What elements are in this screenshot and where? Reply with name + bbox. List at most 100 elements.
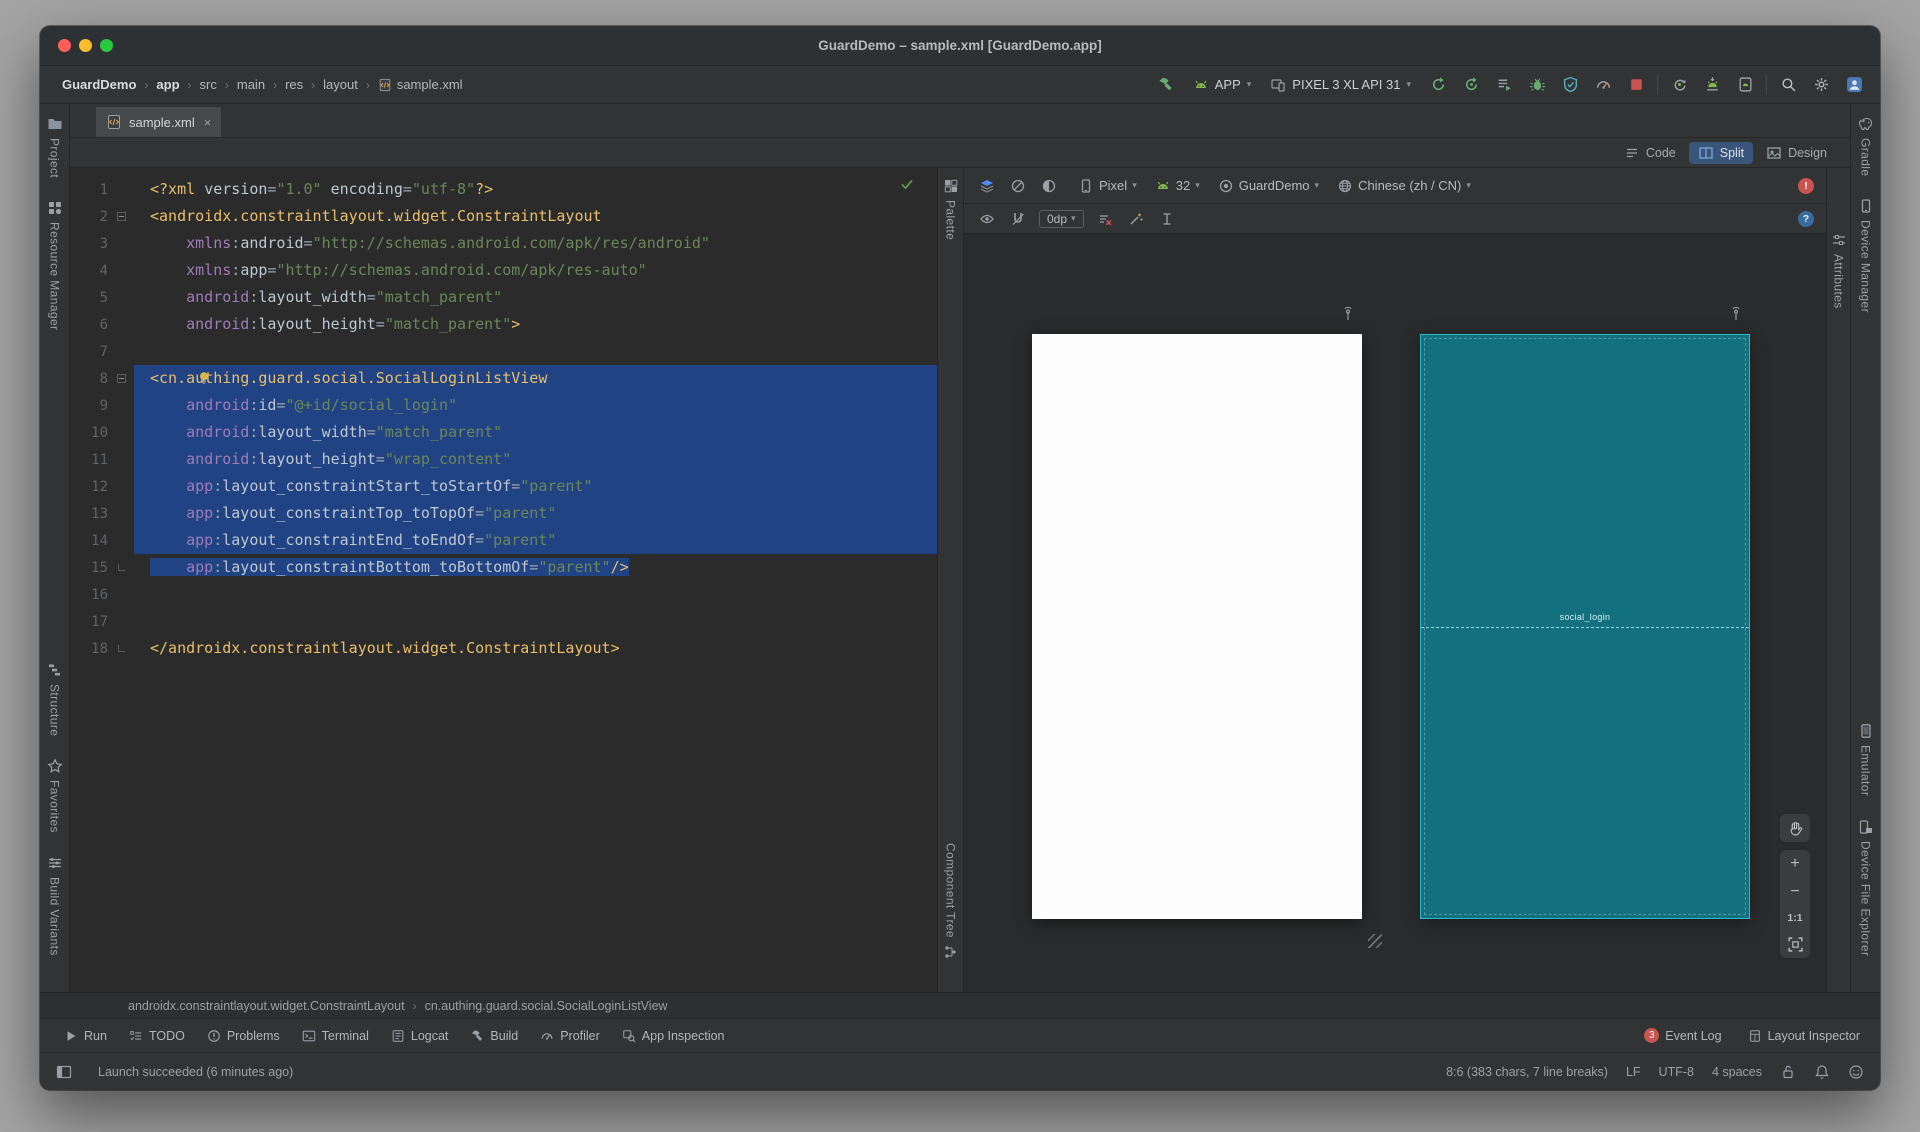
- tool-window-bar-layout-inspector[interactable]: Layout Inspector: [1748, 1028, 1860, 1043]
- bell-icon[interactable]: [1814, 1064, 1830, 1080]
- code-editor[interactable]: 1 2 3 4 5 6 7 8 9 10 11 12 13 14 15 16 17 18 <?xml versio…: [70, 168, 938, 992]
- tool-window-button-device-file-explorer[interactable]: Device File Explorer: [1858, 819, 1874, 956]
- line-separator-indicator[interactable]: LF: [1626, 1065, 1641, 1079]
- tool-window-bar-event-log[interactable]: 3 Event Log: [1644, 1028, 1722, 1043]
- gutter-line[interactable]: 2: [70, 203, 134, 230]
- editor-gutter[interactable]: 1 2 3 4 5 6 7 8 9 10 11 12 13 14 15 16 17 18: [70, 168, 134, 992]
- tool-window-bar-terminal[interactable]: Terminal: [302, 1029, 369, 1043]
- gutter-line[interactable]: 14: [70, 527, 134, 554]
- zoom-window-button[interactable]: [100, 39, 113, 52]
- titlebar[interactable]: GuardDemo – sample.xml [GuardDemo.app]: [40, 26, 1880, 66]
- tool-window-bar-run[interactable]: Run: [64, 1029, 107, 1043]
- minimize-window-button[interactable]: [79, 39, 92, 52]
- caret-position[interactable]: 8:6 (383 chars, 7 line breaks): [1446, 1065, 1608, 1079]
- zoom-in-button[interactable]: +: [1780, 850, 1810, 878]
- clear-constraints-icon[interactable]: [1094, 208, 1116, 230]
- tool-window-button-structure[interactable]: Structure: [47, 662, 63, 736]
- gutter-line[interactable]: 3: [70, 230, 134, 257]
- default-margins-select[interactable]: 0dp ▾: [1039, 209, 1084, 228]
- zoom-out-button[interactable]: −: [1780, 878, 1810, 906]
- tool-window-button-build-variants[interactable]: Build Variants: [47, 855, 63, 956]
- indent-indicator[interactable]: 4 spaces: [1712, 1065, 1762, 1079]
- breadcrumb-item-main[interactable]: main: [237, 77, 265, 92]
- gutter-line[interactable]: 10: [70, 419, 134, 446]
- tool-window-button-device-manager[interactable]: Device Manager: [1858, 198, 1874, 313]
- code-area[interactable]: <?xml version="1.0" encoding="utf-8"?> <a…: [134, 168, 937, 992]
- code-line-17[interactable]: [134, 608, 937, 635]
- smiley-icon[interactable]: [1848, 1064, 1864, 1080]
- zoom-reset-button[interactable]: 1:1: [1780, 906, 1810, 930]
- code-line-13[interactable]: app:layout_constraintTop_toTopOf="parent…: [134, 500, 937, 527]
- tool-window-button-palette[interactable]: Palette: [943, 178, 959, 240]
- settings-icon[interactable]: [1809, 73, 1833, 97]
- pan-icon[interactable]: [1780, 814, 1810, 842]
- profiler-shield-icon[interactable]: [1558, 73, 1582, 97]
- gauge-icon[interactable]: [1591, 73, 1615, 97]
- tool-window-button-component-tree[interactable]: Component Tree: [943, 843, 959, 960]
- breadcrumb-item-sample-xml[interactable]: sample.xml: [378, 77, 463, 92]
- tool-window-bar-logcat[interactable]: Logcat: [391, 1029, 448, 1043]
- mode-code-button[interactable]: Code: [1615, 142, 1685, 164]
- code-line-9[interactable]: android:id="@+id/social_login": [134, 392, 937, 419]
- close-icon[interactable]: ×: [204, 115, 212, 130]
- run-configuration-select[interactable]: APP ▾: [1189, 74, 1256, 96]
- help-icon[interactable]: ?: [1798, 210, 1814, 227]
- design-canvas[interactable]: social_login + − 1:1: [964, 234, 1826, 992]
- code-line-4[interactable]: xmlns:app="http://schemas.android.com/ap…: [134, 257, 937, 284]
- tool-window-bar-profiler[interactable]: Profiler: [540, 1029, 600, 1043]
- code-line-5[interactable]: android:layout_width="match_parent": [134, 284, 937, 311]
- breadcrumb-item-src[interactable]: src: [200, 77, 217, 92]
- device-select[interactable]: PIXEL 3 XL API 31 ▾: [1266, 74, 1415, 96]
- gutter-line[interactable]: 11: [70, 446, 134, 473]
- lightbulb-icon[interactable]: [196, 370, 212, 386]
- code-line-18[interactable]: </androidx.constraintlayout.widget.Const…: [134, 635, 937, 662]
- gutter-line[interactable]: 8: [70, 365, 134, 392]
- fit-icon[interactable]: [1780, 930, 1810, 958]
- sdk-manager-icon[interactable]: [1700, 73, 1724, 97]
- tool-window-bar-todo[interactable]: TODO: [129, 1029, 185, 1043]
- device-picker[interactable]: Pixel ▾: [1078, 178, 1137, 194]
- editor-breadcrumb-item[interactable]: cn.authing.guard.social.SocialLoginListV…: [425, 999, 668, 1013]
- code-line-16[interactable]: [134, 581, 937, 608]
- pack-icon[interactable]: [1156, 208, 1178, 230]
- night-mode-icon[interactable]: [1038, 175, 1060, 197]
- tool-window-bar-app-inspection[interactable]: App Inspection: [622, 1029, 725, 1043]
- gutter-line[interactable]: 18: [70, 635, 134, 662]
- mode-split-button[interactable]: Split: [1688, 141, 1754, 164]
- gutter-line[interactable]: 6: [70, 311, 134, 338]
- code-line-2[interactable]: <androidx.constraintlayout.widget.Constr…: [134, 203, 937, 230]
- api-version-picker[interactable]: 32 ▾: [1155, 178, 1200, 194]
- tool-window-bar-problems[interactable]: Problems: [207, 1029, 280, 1043]
- breadcrumb-item-app[interactable]: app: [156, 77, 179, 92]
- fold-end-marker[interactable]: [117, 564, 125, 571]
- sync-project-icon[interactable]: [1667, 73, 1691, 97]
- gutter-line[interactable]: 16: [70, 581, 134, 608]
- stop-icon[interactable]: [1624, 73, 1648, 97]
- tool-window-button-gradle[interactable]: Gradle: [1858, 116, 1874, 176]
- tool-window-button-resource-manager[interactable]: Resource Manager: [47, 200, 63, 331]
- apply-code-changes-icon[interactable]: [1459, 73, 1483, 97]
- code-line-11[interactable]: android:layout_height="wrap_content": [134, 446, 937, 473]
- breadcrumb-item-layout[interactable]: layout: [323, 77, 358, 92]
- gutter-line[interactable]: 5: [70, 284, 134, 311]
- code-line-10[interactable]: android:layout_width="match_parent": [134, 419, 937, 446]
- code-line-15[interactable]: app:layout_constraintBottom_toBottomOf="…: [134, 554, 937, 581]
- fold-end-marker[interactable]: [117, 645, 125, 652]
- avd-manager-icon[interactable]: [1733, 73, 1757, 97]
- blueprint-preview-device[interactable]: social_login: [1420, 334, 1750, 919]
- tool-window-button-attributes[interactable]: Attributes: [1831, 232, 1847, 309]
- toolwindow-toggle-icon[interactable]: [56, 1064, 72, 1080]
- infer-constraints-icon[interactable]: [1125, 208, 1147, 230]
- gutter-line[interactable]: 9: [70, 392, 134, 419]
- fold-marker[interactable]: [116, 212, 126, 221]
- gutter-line[interactable]: 1: [70, 176, 134, 203]
- code-line-7[interactable]: [134, 338, 937, 365]
- close-window-button[interactable]: [58, 39, 71, 52]
- design-preview-device[interactable]: [1032, 334, 1362, 919]
- autoconnect-icon[interactable]: [1007, 208, 1029, 230]
- gutter-line[interactable]: 17: [70, 608, 134, 635]
- file-encoding-indicator[interactable]: UTF-8: [1659, 1065, 1694, 1079]
- locale-picker[interactable]: Chinese (zh / CN) ▾: [1337, 178, 1471, 194]
- gutter-line[interactable]: 12: [70, 473, 134, 500]
- gutter-line[interactable]: 7: [70, 338, 134, 365]
